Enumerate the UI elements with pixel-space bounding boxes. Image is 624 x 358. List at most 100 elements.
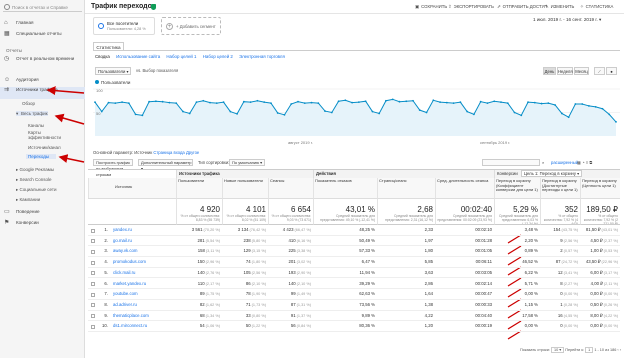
share-button[interactable]: ⇗ ОТПРАВИТЬ ДОСТУП: [497, 4, 547, 10]
source-link[interactable]: ad.adriver.ru: [112, 300, 176, 311]
row-checkbox[interactable]: [91, 324, 95, 329]
data-point[interactable]: [100, 110, 103, 113]
data-point[interactable]: [405, 100, 408, 103]
metric-selector[interactable]: Пользователи ▾: [95, 67, 131, 75]
secondary-dimension-select[interactable]: Дополнительный параметр ▾: [138, 159, 193, 171]
sort-type-select[interactable]: По умолчанию ▾: [229, 159, 265, 166]
data-point[interactable]: [168, 101, 171, 104]
other-dimension-link[interactable]: Другое: [186, 150, 199, 155]
data-point[interactable]: [588, 105, 590, 107]
data-point[interactable]: [222, 101, 225, 104]
data-point[interactable]: [378, 112, 381, 115]
data-point[interactable]: [459, 101, 462, 104]
data-point[interactable]: [357, 101, 360, 104]
subtab-summary[interactable]: Сводка: [95, 54, 110, 59]
data-point[interactable]: [202, 99, 205, 102]
col-bounce-rate[interactable]: Показатель отказов: [313, 178, 377, 198]
data-point[interactable]: [114, 102, 117, 104]
export-button[interactable]: ⇪ ЭКСПОРТИРОВАТЬ: [448, 4, 494, 10]
row-checkbox[interactable]: [91, 228, 95, 233]
chart-type-button[interactable]: ⟋: [594, 67, 605, 75]
granularity-week[interactable]: Неделя: [557, 67, 573, 75]
data-point[interactable]: [540, 102, 543, 105]
data-point[interactable]: [256, 99, 259, 102]
conversion-goal-select[interactable]: Цель 1: Переход в корзину ▾: [520, 170, 583, 177]
data-point[interactable]: [242, 100, 245, 103]
data-point[interactable]: [473, 113, 475, 116]
row-checkbox[interactable]: [91, 260, 95, 265]
data-point[interactable]: [479, 100, 482, 103]
data-point[interactable]: [601, 107, 604, 110]
data-point[interactable]: [594, 105, 597, 108]
data-point[interactable]: [533, 101, 536, 104]
source-link[interactable]: thematicplace.com: [112, 311, 176, 322]
data-point[interactable]: [554, 104, 557, 106]
source-link[interactable]: away.vk.com: [112, 246, 176, 257]
data-point[interactable]: [154, 100, 157, 103]
data-point[interactable]: [344, 99, 347, 102]
data-point[interactable]: [127, 102, 130, 104]
data-point[interactable]: [175, 102, 178, 104]
data-point[interactable]: [121, 101, 123, 104]
data-point[interactable]: [412, 99, 414, 102]
granularity-month[interactable]: Месяц: [574, 67, 589, 75]
col-pages-per-session[interactable]: Страниц/сеанс: [377, 178, 435, 198]
table-search-icon[interactable]: ⌕: [542, 160, 544, 165]
table-search-input[interactable]: [482, 159, 540, 166]
col-goal-completions[interactable]: Переход в корзину (Достигнутые переходы …: [540, 178, 580, 198]
data-point[interactable]: [317, 102, 320, 104]
compare-metric-link[interactable]: vs. Выбор показателя: [136, 68, 178, 73]
data-point[interactable]: [432, 99, 435, 102]
granularity-day[interactable]: День: [543, 67, 556, 75]
data-point[interactable]: [330, 111, 333, 114]
landing-page-link[interactable]: Страница входа: [153, 150, 184, 155]
data-point[interactable]: [364, 100, 367, 103]
plot-rows-button[interactable]: Построить график по выбранным строкам: [93, 159, 133, 177]
insights-button[interactable]: ✧ СТАТИСТИКА: [580, 4, 613, 10]
data-point[interactable]: [290, 103, 293, 105]
subtab-site-usage[interactable]: Использование сайта: [116, 54, 160, 59]
source-link[interactable]: ds1.mirconnect.ru: [112, 321, 176, 332]
prev-page-icon[interactable]: ‹: [617, 348, 618, 352]
data-point[interactable]: [500, 101, 502, 104]
data-point[interactable]: [310, 101, 313, 104]
data-point[interactable]: [418, 109, 421, 112]
data-point[interactable]: [486, 102, 489, 104]
subtab-goal-set-1[interactable]: Набор целей 1: [166, 54, 196, 59]
data-point[interactable]: [513, 111, 516, 114]
data-point[interactable]: [324, 110, 326, 112]
data-point[interactable]: [466, 110, 469, 113]
data-point[interactable]: [371, 110, 374, 113]
row-checkbox[interactable]: [91, 303, 95, 308]
source-link[interactable]: promokodus.com: [112, 257, 176, 268]
source-link[interactable]: go.mail.ru: [112, 236, 176, 247]
data-point[interactable]: [276, 112, 279, 114]
col-sessions[interactable]: Сеансы: [268, 178, 313, 198]
date-range-picker[interactable]: 1 июл. 2019 г. - 16 сент. 2019 г. ▾: [533, 17, 601, 23]
data-point[interactable]: [270, 102, 272, 104]
data-point[interactable]: [385, 99, 387, 102]
col-source[interactable]: Источник: [88, 178, 176, 198]
data-point[interactable]: [141, 114, 144, 117]
edit-button[interactable]: ✎ ИЗМЕНИТЬ: [545, 4, 574, 10]
data-point[interactable]: [567, 116, 570, 119]
data-point[interactable]: [425, 111, 428, 114]
row-checkbox[interactable]: [91, 292, 95, 297]
data-point[interactable]: [161, 100, 164, 103]
rows-per-page-select[interactable]: 10 ▾: [550, 347, 565, 353]
data-point[interactable]: [398, 100, 401, 103]
data-point[interactable]: [303, 102, 306, 104]
source-link[interactable]: click.mail.ru: [112, 268, 176, 279]
data-point[interactable]: [520, 114, 523, 117]
data-point[interactable]: [209, 101, 211, 104]
data-point[interactable]: [574, 103, 577, 105]
subtab-ecommerce[interactable]: Электронная торговля: [239, 54, 285, 59]
source-link[interactable]: youtube.com: [112, 289, 176, 300]
col-new-users[interactable]: Новые пользователи: [222, 178, 268, 198]
col-avg-duration[interactable]: Сред. длительность сеанса: [435, 178, 494, 198]
data-point[interactable]: [391, 98, 394, 101]
row-checkbox[interactable]: [91, 239, 95, 244]
data-point[interactable]: [263, 101, 266, 104]
data-point[interactable]: [608, 113, 611, 116]
data-point[interactable]: [527, 101, 529, 104]
